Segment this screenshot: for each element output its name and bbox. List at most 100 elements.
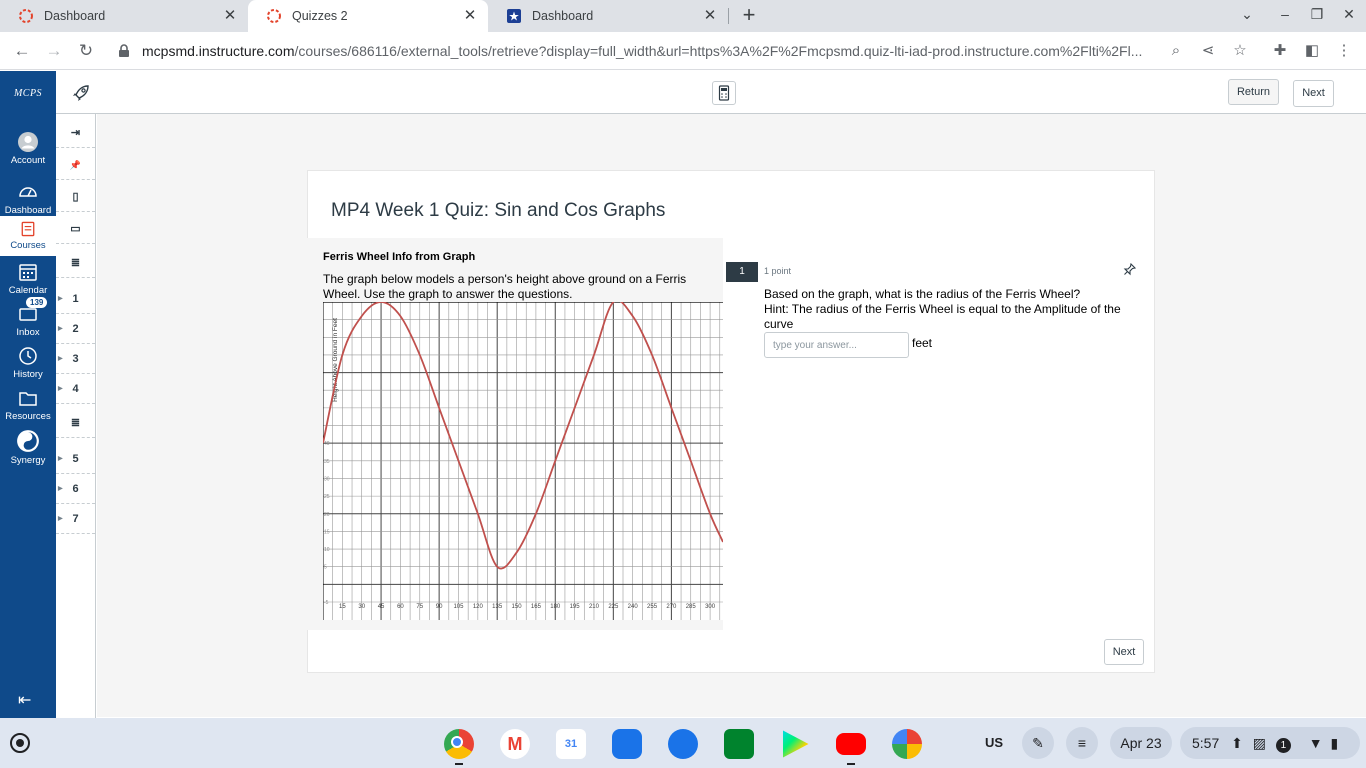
rail-notes-icon[interactable]: ▭ [56, 214, 95, 244]
tab-title: Dashboard [532, 9, 594, 23]
meet-icon[interactable] [724, 729, 754, 759]
mcps-logo[interactable]: MCPS [0, 71, 56, 115]
page-title: MP4 Week 1 Quiz: Sin and Cos Graphs [331, 200, 666, 221]
next-button-top[interactable]: Next [1293, 80, 1334, 107]
stimulus-text: The graph below models a person's height… [323, 272, 687, 301]
nav-synergy[interactable]: Synergy [0, 429, 56, 466]
calculator-button[interactable] [712, 81, 736, 105]
youtube-icon[interactable] [836, 733, 866, 755]
close-icon[interactable]: ✕ [222, 8, 238, 24]
nav-label: History [13, 369, 43, 380]
close-icon[interactable]: ✕ [462, 8, 478, 24]
rail-stimulus-icon-2[interactable]: ≣ [56, 408, 95, 438]
share-icon[interactable]: ⋖ [1199, 42, 1217, 60]
caret-right-icon: ▶ [58, 356, 63, 362]
tab-search-icon[interactable]: ⌄ [1238, 6, 1256, 23]
new-tab-button[interactable]: + [738, 4, 760, 28]
restore-icon[interactable]: ❐ [1308, 6, 1326, 23]
return-button[interactable]: Return [1228, 79, 1279, 105]
next-button-bottom[interactable]: Next [1104, 639, 1144, 665]
nav-courses[interactable]: Courses [0, 216, 56, 256]
pin-icon[interactable] [1123, 263, 1136, 276]
close-window-icon[interactable]: ✕ [1340, 6, 1358, 23]
rail-question-number: 3 [72, 353, 79, 365]
menu-kebab-icon[interactable]: ⋮ [1335, 42, 1353, 60]
clipboard-icon[interactable]: ≡ [1066, 727, 1098, 759]
rail-question-3[interactable]: ▶ 3 [56, 344, 95, 374]
calendar-app-icon[interactable]: 31 [556, 729, 586, 759]
forward-icon[interactable]: → [44, 41, 64, 61]
rail-question-6[interactable]: ▶ 6 [56, 474, 95, 504]
x-tick-label: 180 [550, 604, 561, 610]
nav-label: Inbox [16, 327, 40, 338]
nav-label: Dashboard [4, 205, 52, 216]
rail-question-7[interactable]: ▶ 7 [56, 504, 95, 534]
rocket-icon[interactable] [71, 83, 91, 103]
x-tick-label: 195 [570, 604, 581, 610]
launcher-icon[interactable] [10, 733, 30, 753]
y-axis-label: Height Above Ground in Feet [332, 318, 339, 402]
rail-question-number: 2 [72, 323, 79, 335]
stimulus-title: Ferris Wheel Info from Graph [323, 251, 476, 263]
question-text: Based on the graph, what is the radius o… [764, 287, 1124, 332]
rail-question-4[interactable]: ▶ 4 [56, 374, 95, 404]
rail-question-number: 7 [72, 513, 79, 525]
tab-quizzes[interactable]: Quizzes 2 ✕ [248, 0, 488, 32]
notification-count: 1 [1275, 738, 1291, 753]
tab-title: Dashboard [44, 9, 106, 23]
nav-dashboard[interactable]: Dashboard [0, 181, 56, 216]
photos-icon[interactable] [892, 729, 922, 759]
global-nav: MCPS Account Dashboard Courses Calendar … [0, 71, 56, 718]
rail-stimulus-icon[interactable]: ≣ [56, 248, 95, 278]
rail-question-2[interactable]: ▶ 2 [56, 314, 95, 344]
nav-resources[interactable]: Resources [0, 387, 56, 422]
collapse-nav-icon[interactable]: ⇤ [18, 690, 31, 710]
rail-question-5[interactable]: ▶ 5 [56, 444, 95, 474]
bookmark-star-icon[interactable]: ☆ [1231, 42, 1249, 60]
rail-expand-icon[interactable]: ⇥ [56, 118, 95, 148]
nav-label: Synergy [10, 455, 46, 466]
side-panel-icon[interactable]: ◧ [1303, 42, 1321, 60]
close-icon[interactable]: ✕ [702, 8, 718, 24]
date-tray[interactable]: Apr 23 [1110, 727, 1172, 759]
y-tick-label: 5 [324, 565, 327, 571]
stylus-tools-icon[interactable]: ✎ [1022, 727, 1054, 759]
rail-calculator-icon[interactable]: ▯ [56, 182, 95, 212]
nav-account[interactable]: Account [0, 131, 56, 166]
back-icon[interactable]: ← [12, 41, 32, 61]
tab-dashboard-1[interactable]: Dashboard ✕ [0, 0, 248, 32]
address-bar[interactable]: mcpsmd.instructure.com/courses/686116/ex… [108, 36, 1258, 66]
y-tick-label: 30 [324, 476, 330, 482]
nav-calendar[interactable]: Calendar [0, 261, 56, 296]
answer-input[interactable] [764, 332, 909, 358]
rail-question-1[interactable]: ▶ 1 [56, 284, 95, 314]
tab-dashboard-2[interactable]: Dashboard ✕ [488, 0, 728, 32]
play-store-icon[interactable] [783, 730, 809, 758]
zoom-icon[interactable]: ⌕ [1167, 42, 1185, 60]
caret-right-icon: ▶ [58, 326, 63, 332]
gmail-icon[interactable]: M [500, 729, 530, 759]
x-tick-label: 90 [436, 604, 443, 610]
rail-pin-icon[interactable]: 📌 [56, 150, 95, 180]
chrome-icon[interactable] [444, 729, 474, 759]
browser-tab-strip: Dashboard ✕ Quizzes 2 ✕ Dashboard ✕ + ⌄ … [0, 0, 1366, 32]
reload-icon[interactable]: ↻ [76, 41, 96, 61]
files-icon[interactable] [612, 729, 642, 759]
caret-right-icon: ▶ [58, 486, 63, 492]
nav-inbox[interactable]: 139 Inbox [0, 297, 56, 338]
extensions-icon[interactable]: ✚ [1271, 42, 1289, 60]
ime-indicator[interactable]: US [978, 727, 1010, 759]
status-tray[interactable]: 5:57 ⬆ ▨ 1 ▼ ▮ [1180, 727, 1360, 759]
synergy-icon [17, 430, 39, 452]
chat-icon[interactable] [668, 729, 698, 759]
minimize-icon[interactable]: – [1276, 6, 1294, 22]
x-tick-label: 240 [628, 604, 639, 610]
answer-unit: feet [912, 336, 933, 350]
nav-history[interactable]: History [0, 345, 56, 380]
y-tick-label: 10 [324, 547, 330, 553]
dashboard-icon [19, 187, 37, 197]
x-tick-label: 270 [666, 604, 677, 610]
url-host: mcpsmd.instructure.com [142, 43, 295, 59]
upload-icon: ⬆ [1231, 735, 1243, 751]
question-hint: Hint: The radius of the Ferris Wheel is … [764, 302, 1121, 331]
